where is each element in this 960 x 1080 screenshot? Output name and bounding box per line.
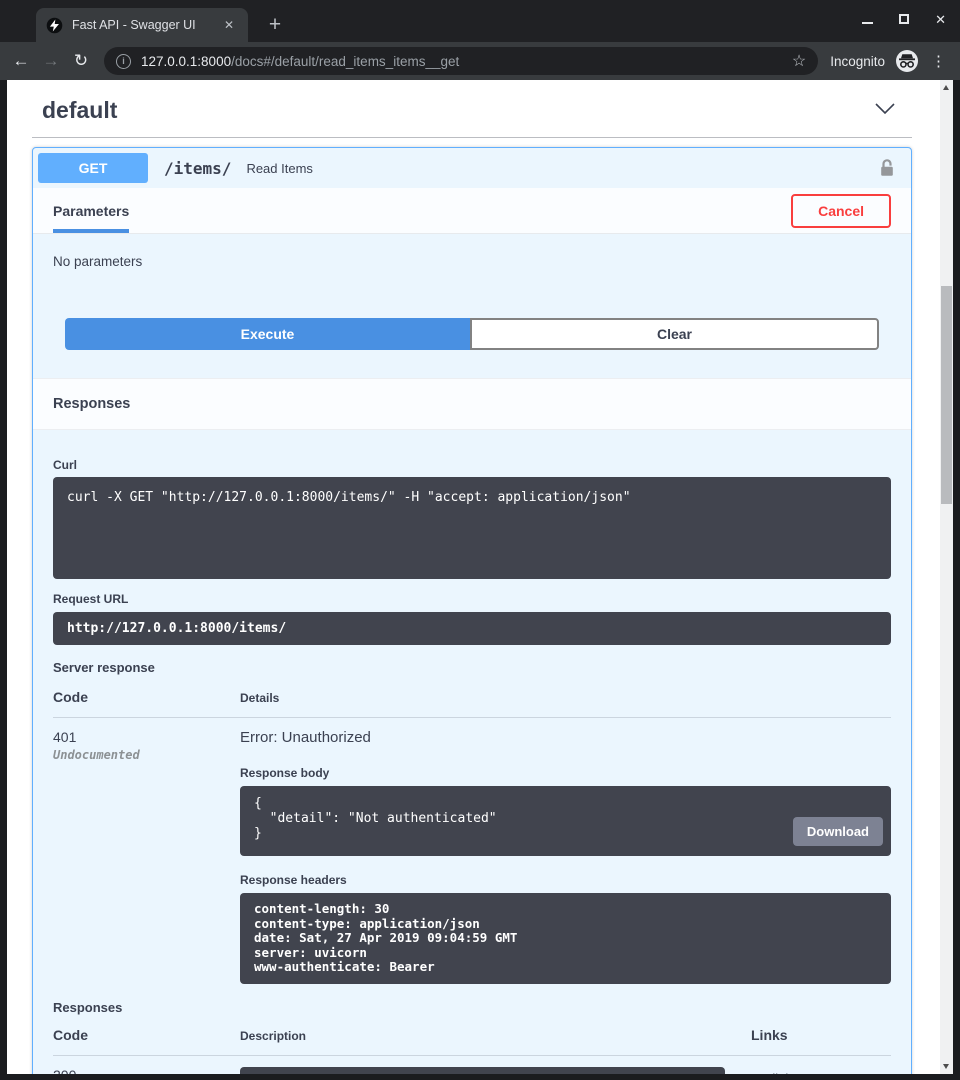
column-code: Code (53, 689, 240, 705)
status-undocumented-note: Undocumented (53, 748, 240, 762)
incognito-icon (895, 49, 919, 73)
tab-strip: Fast API - Swagger UI ✕ + ✕ (0, 0, 960, 42)
response-body-json: { "detail": "Not authenticated" } (254, 796, 497, 841)
column-links: Links (751, 1027, 891, 1043)
swagger-page: default GET /items/ Read Items (7, 80, 940, 1074)
status-code: 401 (53, 729, 240, 745)
server-response-label: Server response (53, 660, 891, 675)
tab-close-icon[interactable]: ✕ (220, 16, 238, 34)
opblock-get-items: GET /items/ Read Items Parameters Cancel… (32, 147, 912, 1074)
tab-title: Fast API - Swagger UI (72, 18, 220, 32)
window-close-button[interactable]: ✕ (935, 13, 946, 26)
url-path: /docs#/default/read_items_items__get (231, 54, 459, 69)
tag-title: default (42, 97, 117, 124)
site-info-icon[interactable]: i (116, 54, 131, 69)
tag-section-header[interactable]: default (32, 80, 912, 138)
execute-row: Execute Clear (65, 318, 879, 350)
scrollbar-up-icon[interactable] (943, 85, 949, 90)
documented-response-row: 200 Successful Response No links (53, 1056, 891, 1075)
opblock-summary[interactable]: GET /items/ Read Items (33, 148, 911, 188)
responses-section-header: Responses (33, 378, 911, 430)
fastapi-favicon-icon (46, 17, 63, 34)
reload-button[interactable]: ↻ (66, 51, 96, 71)
endpoint-path: /items/ (164, 159, 231, 178)
browser-chrome: Fast API - Swagger UI ✕ + ✕ ← → ↻ i 127.… (0, 0, 960, 80)
column-details: Details (240, 691, 891, 705)
url-host: 127.0.0.1:8000 (141, 54, 231, 69)
new-tab-button[interactable]: + (262, 13, 288, 37)
curl-label: Curl (53, 458, 891, 472)
response-body-label: Response body (240, 766, 891, 780)
parameters-tab-header: Parameters Cancel (33, 188, 911, 234)
window-maximize-button[interactable] (899, 14, 909, 24)
documented-responses-table-header: Code Description Links (53, 1027, 891, 1056)
scrollbar-thumb[interactable] (941, 286, 952, 504)
response-body-block: { "detail": "Not authenticated" } Downloa… (240, 786, 891, 856)
server-response-table-header: Code Details (53, 689, 891, 718)
endpoint-summary: Read Items (246, 161, 312, 176)
column-code: Code (53, 1027, 240, 1043)
cancel-button[interactable]: Cancel (791, 194, 891, 228)
incognito-label: Incognito (830, 54, 885, 69)
scrollbar-down-icon[interactable] (943, 1064, 949, 1069)
chevron-down-icon[interactable] (868, 98, 902, 124)
response-code-200: 200 (53, 1067, 240, 1075)
server-response-row: 401 Undocumented Error: Unauthorized Res… (53, 718, 891, 984)
no-parameters-text: No parameters (33, 234, 911, 269)
response-description-block: Successful Response (240, 1067, 725, 1075)
response-links: No links (751, 1067, 891, 1075)
error-description: Error: Unauthorized (240, 729, 891, 746)
window-controls: ✕ (862, 11, 946, 27)
documented-responses-label: Responses (53, 1000, 891, 1015)
back-button[interactable]: ← (6, 51, 36, 71)
browser-toolbar: ← → ↻ i 127.0.0.1:8000 /docs#/default/re… (0, 42, 960, 80)
browser-tab[interactable]: Fast API - Swagger UI ✕ (36, 8, 248, 42)
response-headers-block: content-length: 30 content-type: applica… (240, 893, 891, 984)
tab-parameters[interactable]: Parameters (53, 188, 129, 233)
request-url-label: Request URL (53, 592, 891, 606)
browser-menu-icon[interactable]: ⋮ (931, 52, 946, 70)
request-url-block: http://127.0.0.1:8000/items/ (53, 612, 891, 645)
forward-button[interactable]: → (36, 51, 66, 71)
clear-button[interactable]: Clear (470, 318, 879, 350)
page-scrollbar[interactable] (940, 80, 953, 1074)
window-minimize-button[interactable] (862, 22, 873, 24)
response-headers-label: Response headers (240, 873, 891, 887)
http-method-badge: GET (38, 153, 148, 183)
bookmark-star-icon[interactable]: ☆ (792, 51, 806, 71)
column-description: Description (240, 1029, 751, 1043)
execute-button[interactable]: Execute (65, 318, 470, 350)
url-bar[interactable]: i 127.0.0.1:8000 /docs#/default/read_ite… (104, 47, 818, 75)
responses-body: Curl curl -X GET "http://127.0.0.1:8000/… (33, 430, 911, 1074)
responses-section-title: Responses (53, 396, 130, 412)
curl-command-block[interactable]: curl -X GET "http://127.0.0.1:8000/items… (53, 477, 891, 579)
authorize-lock-button[interactable] (877, 158, 897, 178)
download-button[interactable]: Download (793, 817, 883, 846)
